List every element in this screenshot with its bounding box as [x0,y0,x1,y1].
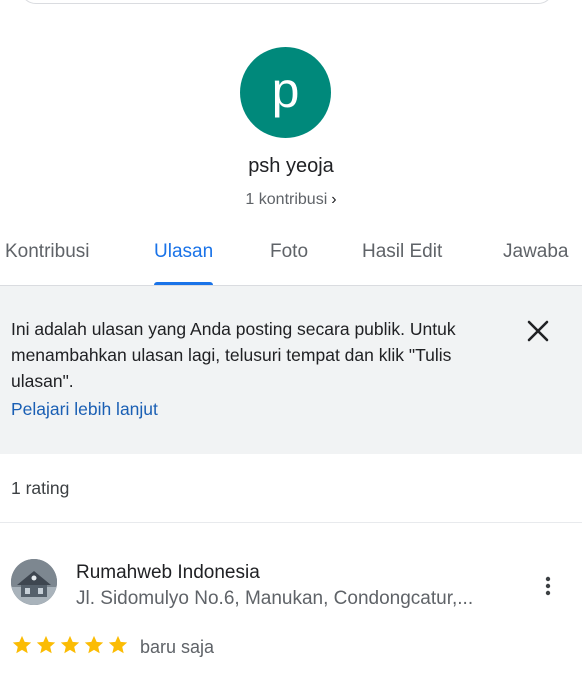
building-photo-icon [11,559,57,605]
place-photo[interactable] [11,559,57,605]
chevron-right-icon: › [331,191,337,208]
contributions-link[interactable]: 1 kontribusi › [0,191,582,209]
place-address: Jl. Sidomulyo No.6, Manukan, Condongcatu… [76,588,474,609]
avatar-initial: p [271,61,300,118]
info-text: Ini adalah ulasan yang Anda posting seca… [11,319,456,391]
more-options-button[interactable] [538,574,558,598]
tab-ulasan[interactable]: Ulasan [154,227,214,285]
star-icon [60,635,80,654]
more-vert-icon [545,576,551,596]
tab-foto[interactable]: Foto [270,227,308,285]
profile-reviews-page: p psh yeoja 1 kontribusi › Kontribusi Ula… [0,0,582,678]
rating-count: 1 rating [11,478,70,498]
place-name[interactable]: Rumahweb Indonesia [76,562,260,584]
star-icon [36,635,56,654]
tab-kontribusi[interactable]: Kontribusi [5,227,90,285]
profile-tabs: Kontribusi Ulasan Foto Hasil Edit Jawaba [0,227,582,286]
info-banner: Ini adalah ulasan yang Anda posting seca… [0,286,582,454]
close-button[interactable] [522,315,554,347]
review-time: baru saja [140,637,215,657]
tab-hasil-edit[interactable]: Hasil Edit [362,227,442,285]
close-icon [527,320,549,342]
search-box[interactable] [20,0,554,4]
star-rating [11,634,129,656]
star-icon [12,635,32,654]
star-icon [84,635,104,654]
avatar[interactable]: p [240,47,331,138]
star-icon [108,635,128,654]
profile-name: psh yeoja [248,155,334,177]
tab-jawaban[interactable]: Jawaba [503,227,569,285]
contributions-label: 1 kontribusi [245,191,328,208]
learn-more-link[interactable]: Pelajari lebih lanjut [11,399,158,420]
divider [0,522,582,523]
